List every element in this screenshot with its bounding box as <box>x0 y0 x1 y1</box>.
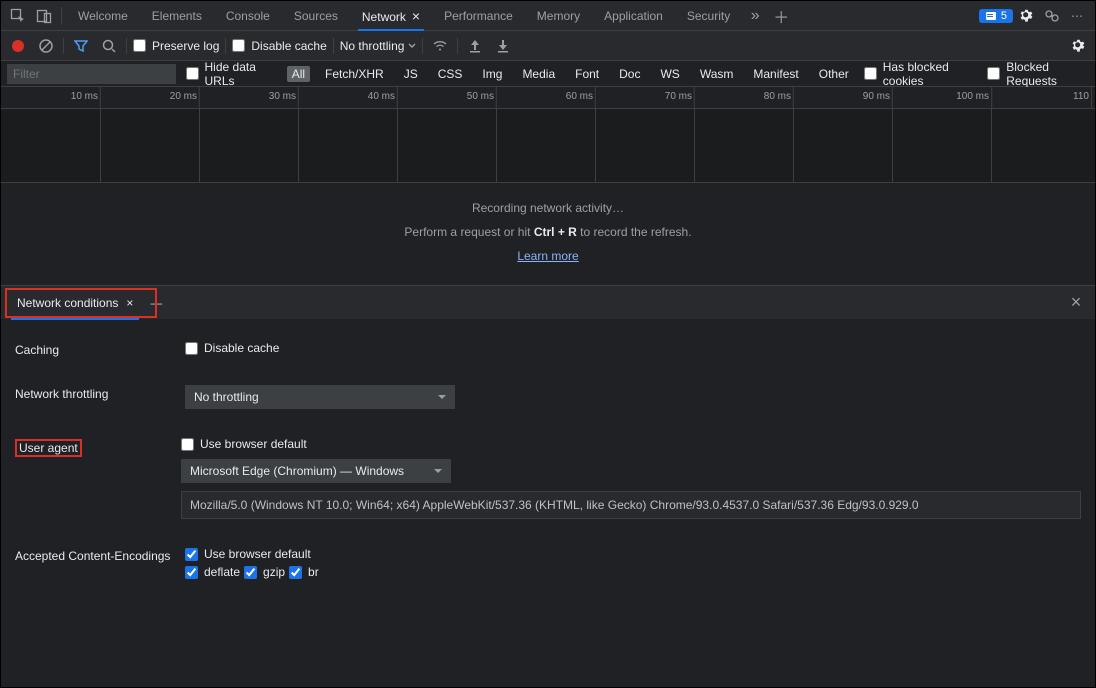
timeline-ruler[interactable]: 10 ms 20 ms 30 ms 40 ms 50 ms 60 ms 70 m… <box>1 87 1095 109</box>
type-doc[interactable]: Doc <box>614 66 645 82</box>
enc-default-checkbox[interactable]: Use browser default <box>185 547 1081 561</box>
ua-default-checkbox[interactable]: Use browser default <box>181 437 1081 451</box>
blocked-cookies-checkbox[interactable]: Has blocked cookies <box>864 60 977 88</box>
tab-memory[interactable]: Memory <box>525 1 592 31</box>
tab-elements[interactable]: Elements <box>140 1 214 31</box>
type-manifest[interactable]: Manifest <box>748 66 803 82</box>
tab-security[interactable]: Security <box>675 1 742 31</box>
throttle-select[interactable]: No throttling <box>185 385 455 409</box>
caching-label: Caching <box>15 341 185 357</box>
tab-sources[interactable]: Sources <box>282 1 350 31</box>
close-icon[interactable]: × <box>412 8 420 24</box>
more-tabs-icon[interactable]: » <box>742 3 768 29</box>
upload-icon[interactable] <box>464 35 486 57</box>
close-icon[interactable]: × <box>126 296 133 310</box>
settings-icon[interactable] <box>1013 3 1039 29</box>
tab-network[interactable]: Network × <box>350 1 432 31</box>
type-media[interactable]: Media <box>517 66 560 82</box>
type-fetchxhr[interactable]: Fetch/XHR <box>320 66 389 82</box>
type-all[interactable]: All <box>287 66 310 82</box>
preserve-log-checkbox[interactable]: Preserve log <box>133 39 219 53</box>
drawer-tab-network-conditions[interactable]: Network conditions× <box>7 286 143 320</box>
feedback-icon[interactable] <box>1039 3 1065 29</box>
tab-welcome[interactable]: Welcome <box>66 1 140 31</box>
drawer-disable-cache-checkbox[interactable]: Disable cache <box>185 341 1081 355</box>
tab-performance[interactable]: Performance <box>432 1 525 31</box>
record-button[interactable] <box>7 35 29 57</box>
clear-button[interactable] <box>35 35 57 57</box>
add-tab-icon[interactable]: ＋ <box>768 3 794 29</box>
empty-state: Recording network activity… Perform a re… <box>1 183 1095 285</box>
throttling-select[interactable]: No throttling <box>340 39 417 53</box>
highlight-user-agent: User agent <box>15 439 82 457</box>
enc-deflate-checkbox[interactable]: deflate <box>185 565 240 579</box>
filter-icon[interactable] <box>70 35 92 57</box>
waterfall[interactable] <box>1 109 1095 183</box>
learn-more-link[interactable]: Learn more <box>517 249 578 263</box>
ua-select[interactable]: Microsoft Edge (Chromium) — Windows <box>181 459 451 483</box>
type-ws[interactable]: WS <box>655 66 684 82</box>
type-css[interactable]: CSS <box>433 66 468 82</box>
ua-string-input[interactable] <box>181 491 1081 519</box>
filter-input[interactable] <box>7 64 176 84</box>
tab-label: Network <box>362 10 406 24</box>
type-font[interactable]: Font <box>570 66 604 82</box>
user-agent-label: User agent <box>15 437 181 457</box>
search-icon[interactable] <box>98 35 120 57</box>
recording-text: Recording network activity… <box>1 201 1095 215</box>
type-js[interactable]: JS <box>399 66 423 82</box>
wifi-icon[interactable] <box>429 35 451 57</box>
device-toggle-icon[interactable] <box>31 3 57 29</box>
encodings-label: Accepted Content-Encodings <box>15 547 185 565</box>
type-wasm[interactable]: Wasm <box>695 66 739 82</box>
blocked-requests-checkbox[interactable]: Blocked Requests <box>987 60 1089 88</box>
tab-application[interactable]: Application <box>592 1 675 31</box>
network-toolbar: Preserve log Disable cache No throttling <box>1 31 1095 61</box>
enc-br-checkbox[interactable]: br <box>289 565 319 579</box>
download-icon[interactable] <box>492 35 514 57</box>
add-drawer-tab-icon[interactable]: ＋ <box>143 291 169 315</box>
filter-bar: Hide data URLs All Fetch/XHR JS CSS Img … <box>1 61 1095 87</box>
kebab-icon[interactable]: ⋯ <box>1065 3 1091 29</box>
drawer-tabstrip: Network conditions× ＋ × <box>1 285 1095 319</box>
type-other[interactable]: Other <box>814 66 854 82</box>
drawer-body: Caching Disable cache Network throttling… <box>1 319 1095 601</box>
inspect-icon[interactable] <box>5 3 31 29</box>
network-settings-icon[interactable] <box>1067 35 1089 57</box>
enc-gzip-checkbox[interactable]: gzip <box>244 565 285 579</box>
throttle-label: Network throttling <box>15 385 185 401</box>
disable-cache-checkbox[interactable]: Disable cache <box>232 39 326 53</box>
close-drawer-icon[interactable]: × <box>1063 292 1089 313</box>
hide-data-urls-checkbox[interactable]: Hide data URLs <box>186 60 277 88</box>
devtools-tabstrip: Welcome Elements Console Sources Network… <box>1 1 1095 31</box>
tab-console[interactable]: Console <box>214 1 282 31</box>
type-img[interactable]: Img <box>477 66 507 82</box>
issues-badge[interactable]: 5 <box>979 9 1013 23</box>
